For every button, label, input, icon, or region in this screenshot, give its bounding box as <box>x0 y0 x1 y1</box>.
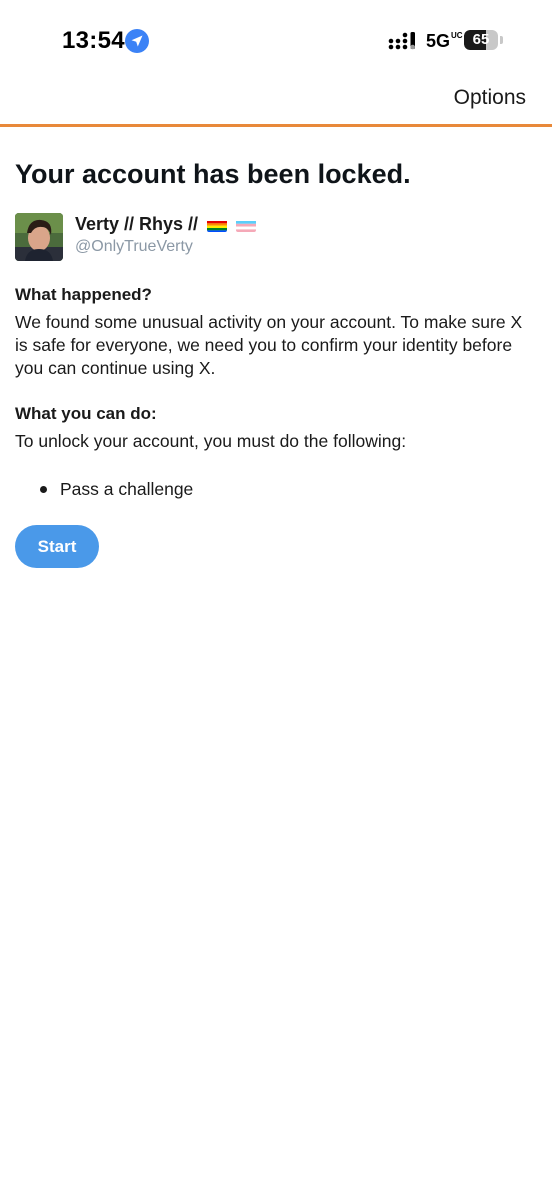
options-button[interactable]: Options <box>454 86 526 110</box>
network-suffix: UC <box>451 31 463 40</box>
what-happened-heading: What happened? <box>15 285 152 304</box>
bullet-icon <box>40 486 47 493</box>
display-name-text: Verty // Rhys // <box>75 214 199 234</box>
what-happened-section: What happened? We found some unusual act… <box>15 283 537 380</box>
list-item: Pass a challenge <box>15 477 537 501</box>
start-button[interactable]: Start <box>15 525 99 568</box>
avatar-image <box>15 213 63 261</box>
battery-icon: 65 <box>464 30 498 50</box>
what-you-can-do-body: To unlock your account, you must do the … <box>15 431 407 451</box>
battery-percent: 65 <box>472 31 490 48</box>
task-list: Pass a challenge <box>15 477 537 501</box>
header: Options <box>0 80 552 127</box>
account-handle: @OnlyTrueVerty <box>75 238 193 255</box>
task-label: Pass a challenge <box>60 479 194 499</box>
main-content: Your account has been locked. Verty // R… <box>15 155 537 568</box>
avatar <box>15 213 63 261</box>
account-display-name: Verty // Rhys // <box>75 213 260 236</box>
status-bar: 13:54 5GUC 65 <box>0 0 552 80</box>
cellular-signal-icon <box>388 32 415 50</box>
status-time: 13:54 <box>62 27 125 54</box>
account-card: Verty // Rhys // @OnlyTrueVerty <box>15 213 537 261</box>
what-happened-body: We found some unusual activity on your a… <box>15 312 523 378</box>
transgender-flag-icon <box>236 218 257 233</box>
network-type-label: 5GUC <box>426 31 463 51</box>
location-arrow-icon <box>125 29 149 53</box>
page-title: Your account has been locked. <box>15 159 411 189</box>
battery-tip <box>500 36 503 44</box>
rainbow-flag-icon <box>207 218 228 233</box>
what-you-can-do-section: What you can do: To unlock your account,… <box>15 402 537 501</box>
what-you-can-do-heading: What you can do: <box>15 404 157 423</box>
